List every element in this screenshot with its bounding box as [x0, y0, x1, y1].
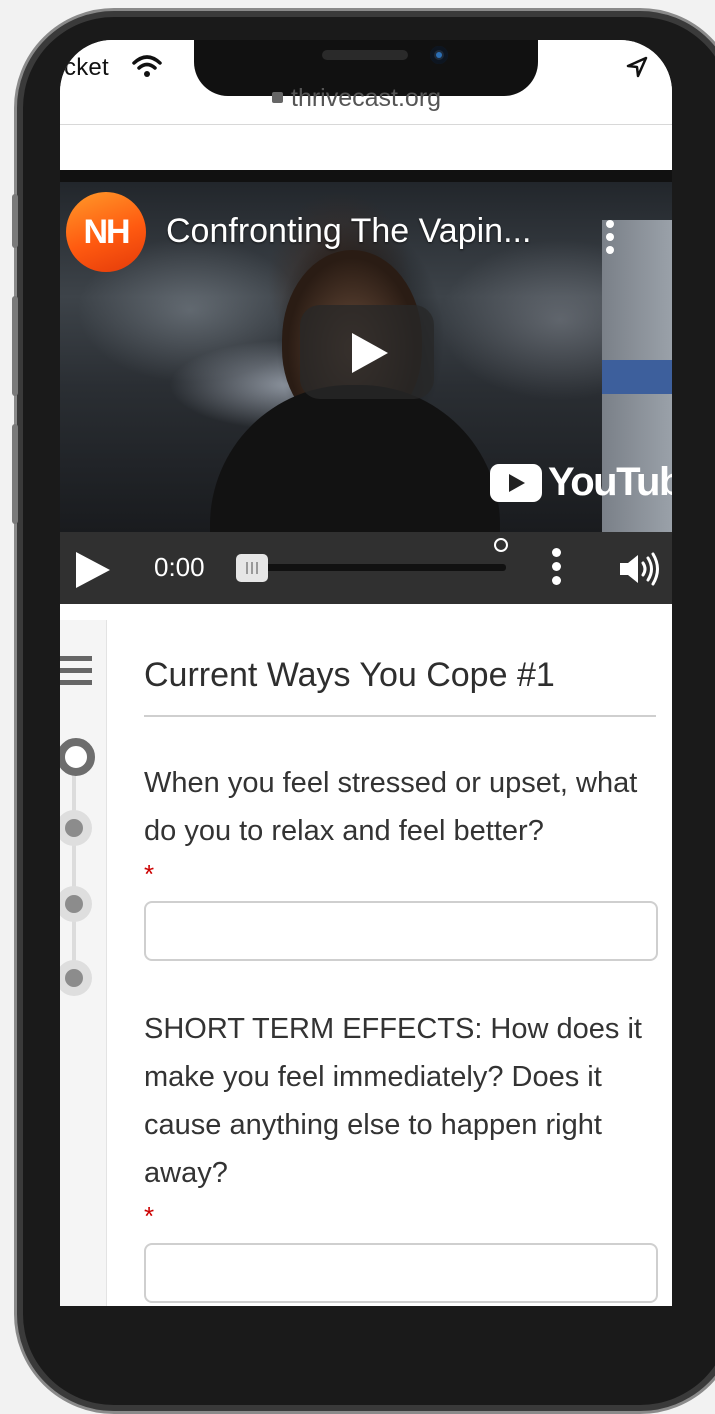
url-display[interactable]: thrivecast.org — [272, 84, 441, 113]
volume-icon[interactable] — [618, 552, 662, 586]
step-indicator-2[interactable] — [60, 810, 92, 846]
seek-thumb[interactable] — [236, 554, 268, 582]
front-camera — [430, 46, 448, 64]
step-indicator-1[interactable] — [60, 738, 95, 776]
hamburger-menu-icon[interactable] — [60, 656, 92, 692]
youtube-play-icon — [490, 463, 542, 502]
seek-end-marker — [494, 538, 508, 552]
wifi-icon — [132, 55, 162, 77]
volume-down-button — [12, 424, 18, 524]
video-title[interactable]: Confronting The Vapin... — [166, 212, 531, 251]
question-1-input[interactable] — [144, 901, 658, 961]
volume-up-button — [12, 296, 18, 396]
video-play-button[interactable] — [300, 305, 434, 399]
section-title: Current Ways You Cope #1 — [144, 656, 555, 694]
step-indicator-4[interactable] — [60, 960, 92, 996]
more-vertical-icon[interactable] — [550, 548, 564, 588]
step-connector — [72, 752, 76, 980]
carrier-label: cket — [64, 54, 109, 81]
lock-icon — [272, 91, 283, 103]
video-letterbox — [60, 170, 672, 182]
coping-form: Current Ways You Cope #1 When you feel s… — [144, 620, 658, 1303]
play-icon[interactable] — [76, 552, 110, 588]
question-2-label: SHORT TERM EFFECTS: How does it make you… — [144, 1013, 642, 1189]
question-2-input[interactable] — [144, 1243, 658, 1303]
youtube-logo[interactable]: YouTube — [490, 460, 672, 505]
status-bar: cket thrivecast.org — [60, 40, 672, 120]
location-arrow-icon — [626, 56, 648, 78]
step-sidebar — [60, 620, 107, 1306]
video-scene-stripe — [602, 360, 672, 394]
address-bar-divider — [60, 124, 672, 125]
step-indicator-3[interactable] — [60, 886, 92, 922]
url-text: thrivecast.org — [291, 84, 442, 112]
current-time: 0:00 — [154, 552, 205, 582]
video-more-icon[interactable] — [604, 220, 616, 256]
title-divider — [144, 715, 656, 717]
youtube-embed[interactable]: NH Confronting The Vapin... YouTube — [60, 170, 672, 532]
phone-screen: cket thrivecast.org NH Confronting The V… — [60, 40, 672, 1306]
channel-logo[interactable]: NH — [66, 192, 146, 272]
question-1-label: When you feel stressed or upset, what do… — [144, 767, 638, 847]
youtube-wordmark: YouTube — [548, 460, 672, 504]
channel-logo-text: NH — [83, 212, 130, 251]
required-marker: * — [144, 859, 155, 889]
media-player: 0:00 — [60, 532, 672, 604]
speaker-grille — [322, 50, 408, 60]
video-scene-person — [210, 385, 500, 532]
seek-bar[interactable] — [256, 564, 506, 571]
mute-switch — [12, 194, 18, 248]
required-marker: * — [144, 1201, 155, 1231]
